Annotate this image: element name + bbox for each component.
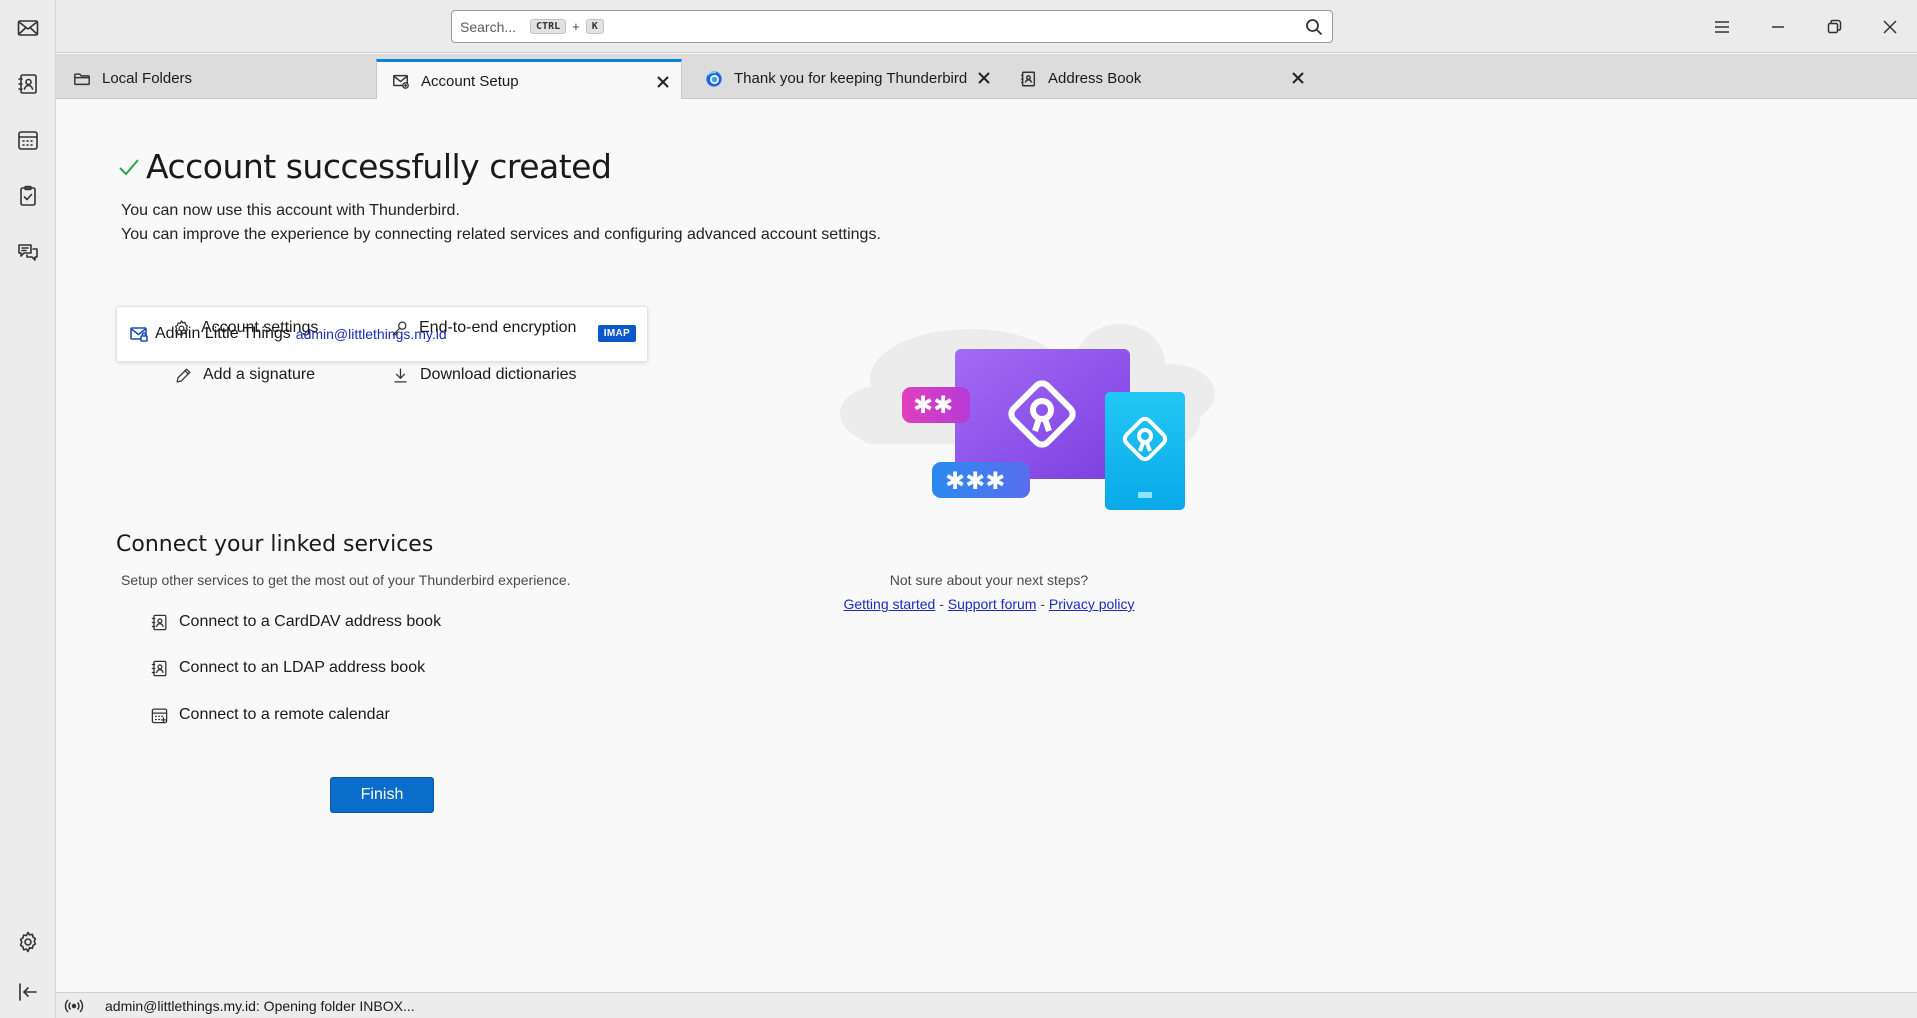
address-book-icon — [1018, 69, 1038, 89]
svg-text:✱✱✱: ✱✱✱ — [945, 467, 1005, 495]
close-window-button[interactable] — [1873, 10, 1907, 44]
envelope-icon — [17, 20, 39, 36]
svg-text:✱✱: ✱✱ — [913, 391, 953, 419]
tab-bar: Local Folders Account Setup Thank you fo… — [56, 54, 1917, 100]
connect-ldap-label: Connect to an LDAP address book — [179, 659, 426, 676]
intro-line-1: You can now use this account with Thunde… — [121, 202, 460, 219]
page-title: Account successfully created — [146, 147, 612, 186]
address-book-icon — [148, 657, 170, 679]
download-dictionaries-link[interactable]: Download dictionaries — [389, 364, 577, 386]
key-icon — [388, 317, 410, 339]
title-bar: Search... CTRL + K — [56, 0, 1917, 53]
finish-button[interactable]: Finish — [330, 777, 434, 813]
minimize-icon — [1772, 26, 1784, 28]
shortcut-plus: + — [572, 19, 580, 34]
gear-icon — [170, 317, 192, 339]
close-tab-button[interactable] — [974, 68, 994, 88]
clipboard-check-icon — [20, 185, 36, 206]
close-icon — [978, 72, 990, 84]
connect-calendar-link[interactable]: Connect to a remote calendar — [148, 704, 390, 726]
minimize-button[interactable] — [1761, 10, 1795, 44]
connect-ldap-link[interactable]: Connect to an LDAP address book — [148, 657, 425, 679]
mail-space-button[interactable] — [12, 12, 44, 44]
help-question: Not sure about your next steps? — [889, 572, 1089, 588]
online-status-icon[interactable] — [63, 995, 85, 1017]
search-input[interactable]: Search... CTRL + K — [451, 10, 1333, 43]
app-menu-button[interactable] — [1705, 10, 1739, 44]
add-signature-label: Add a signature — [203, 366, 316, 383]
close-icon — [657, 76, 669, 88]
tab-label: Local Folders — [102, 70, 193, 87]
support-forum-link[interactable]: Support forum — [948, 596, 1037, 612]
status-text: admin@littlethings.my.id: Opening folder… — [105, 997, 415, 1014]
collapse-left-icon — [19, 983, 37, 1001]
search-icon[interactable] — [1304, 17, 1324, 37]
imap-badge: IMAP — [597, 325, 636, 342]
calendar-space-button[interactable] — [12, 124, 44, 156]
hamburger-menu-icon — [1715, 21, 1729, 33]
help-links: Getting started - Support forum - Privac… — [824, 596, 1154, 612]
tasks-space-button[interactable] — [12, 180, 44, 212]
gear-icon — [19, 931, 37, 953]
shortcut-k-key: K — [585, 19, 604, 34]
link-separator: - — [1040, 596, 1046, 612]
account-setup-page: Account successfully created You can now… — [56, 99, 1917, 992]
tab-label: Account Setup — [421, 72, 519, 90]
privacy-policy-link[interactable]: Privacy policy — [1049, 596, 1135, 612]
tab-thank-you[interactable]: Thank you for keeping Thunderbird — [690, 58, 1002, 99]
linked-services-subtitle: Setup other services to get the most out… — [121, 572, 571, 588]
add-signature-link[interactable]: Add a signature — [172, 364, 315, 386]
connect-calendar-label: Connect to a remote calendar — [179, 706, 390, 723]
spaces-toolbar — [0, 0, 56, 1018]
getting-started-link[interactable]: Getting started — [843, 596, 935, 612]
calendar-icon — [18, 131, 38, 150]
pencil-icon — [172, 364, 194, 386]
address-book-space-button[interactable] — [12, 68, 44, 100]
account-setup-icon — [391, 71, 411, 91]
close-icon — [1292, 72, 1304, 84]
close-tab-button[interactable] — [653, 72, 673, 92]
settings-space-button[interactable] — [12, 926, 44, 958]
address-book-icon — [18, 74, 37, 94]
status-bar: admin@littlethings.my.id: Opening folder… — [56, 992, 1917, 1018]
tab-label: Thank you for keeping Thunderbird — [734, 70, 968, 87]
restore-button[interactable] — [1817, 10, 1851, 44]
account-settings-link[interactable]: Account settings — [170, 317, 318, 339]
link-separator: - — [939, 596, 944, 612]
thunderbird-logo-icon — [704, 69, 724, 89]
download-dictionaries-label: Download dictionaries — [420, 366, 577, 383]
end-to-end-encryption-link[interactable]: End-to-end encryption — [388, 317, 576, 339]
tab-label: Address Book — [1048, 70, 1142, 87]
account-mail-icon — [129, 324, 149, 344]
tab-local-folders[interactable]: Local Folders — [58, 58, 371, 99]
page-heading: Account successfully created — [118, 147, 612, 186]
restore-icon — [1827, 19, 1842, 34]
calendar-icon — [148, 704, 170, 726]
download-icon — [389, 364, 411, 386]
collapse-spaces-button[interactable] — [12, 976, 44, 1008]
checkmark-icon — [119, 158, 139, 175]
account-settings-label: Account settings — [201, 319, 319, 336]
shortcut-ctrl-key: CTRL — [530, 19, 567, 34]
tab-account-setup[interactable]: Account Setup — [376, 59, 682, 100]
chat-space-button[interactable] — [12, 236, 44, 268]
intro-text: You can now use this account with Thunde… — [121, 199, 881, 247]
tab-address-book[interactable]: Address Book — [1004, 58, 1316, 99]
intro-line-2: You can improve the experience by connec… — [121, 226, 881, 243]
chat-bubbles-icon — [18, 244, 38, 261]
address-book-icon — [148, 611, 170, 633]
connect-carddav-label: Connect to a CardDAV address book — [179, 613, 442, 630]
folder-icon — [72, 69, 92, 89]
end-to-end-encryption-label: End-to-end encryption — [419, 319, 577, 336]
connect-carddav-link[interactable]: Connect to a CardDAV address book — [148, 611, 441, 633]
purple-card — [955, 349, 1130, 479]
account-illustration: ✱✱ ✱✱✱ — [840, 324, 1215, 510]
linked-services-title: Connect your linked services — [116, 532, 434, 557]
close-icon — [1883, 20, 1897, 34]
search-placeholder: Search... — [460, 18, 517, 35]
close-tab-button[interactable] — [1288, 68, 1308, 88]
